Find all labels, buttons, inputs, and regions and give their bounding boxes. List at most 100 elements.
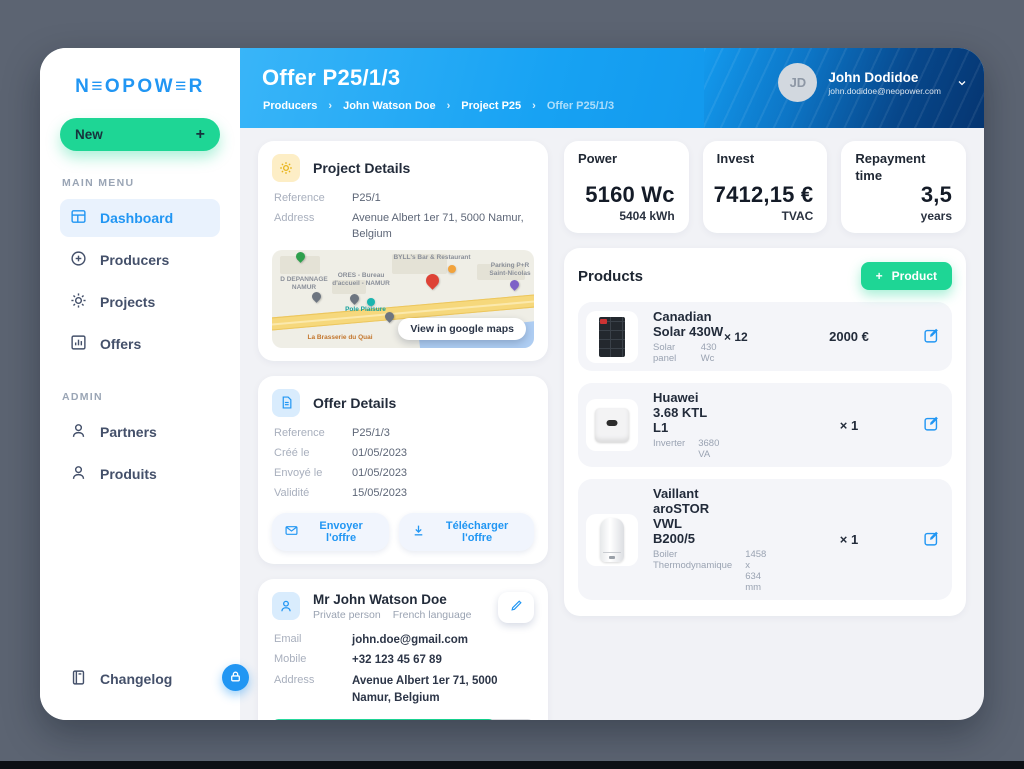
lock-button[interactable] xyxy=(222,664,249,691)
edit-product-button[interactable] xyxy=(904,327,940,347)
sidebar: N≡OPOW≡R New + MAIN MENU Dashboard Produ… xyxy=(40,48,240,720)
contact-card: Mr John Watson Doe Private person French… xyxy=(258,579,548,720)
stat-sub: 5404 kWh xyxy=(585,209,674,223)
contact-name: Mr John Watson Doe xyxy=(313,592,485,607)
view-in-google-maps-button[interactable]: View in google maps xyxy=(398,318,526,340)
person-icon xyxy=(272,592,300,620)
product-row-canadian-solar: Canadian Solar 430W Solar panel 430 Wc ×… xyxy=(578,302,952,371)
person-icon xyxy=(70,464,87,484)
boiler-image xyxy=(586,514,638,566)
map-pin-red xyxy=(423,271,441,289)
map-label-pole: Pole Plaisure xyxy=(338,306,393,314)
page-title: Offer P25/1/3 xyxy=(262,65,400,91)
stat-label: Repayment time xyxy=(855,151,945,185)
product-quantity: × 1 xyxy=(794,418,904,433)
stat-label: Power xyxy=(578,151,668,168)
sidebar-item-produits[interactable]: Produits xyxy=(60,455,220,493)
sidebar-item-label: Projects xyxy=(100,294,155,310)
products-card: Products + Product Canadian Solar 430W S… xyxy=(564,248,966,616)
address-value: Avenue Albert 1er 71, 5000 Namur, Belgiu… xyxy=(352,211,532,243)
breadcrumb-offer-current: Offer P25/1/3 xyxy=(547,100,614,112)
reference-value: P25/1/3 xyxy=(352,426,532,442)
stat-sub: TVAC xyxy=(714,209,814,223)
reference-label: Reference xyxy=(274,191,352,207)
download-icon xyxy=(412,524,425,540)
contact-language: French language xyxy=(393,609,472,621)
sidebar-item-partners[interactable]: Partners xyxy=(60,413,220,451)
user-menu[interactable]: JD John Dodidoe john.dodidoe@neopower.co… xyxy=(778,63,968,102)
mobile-value: +32 123 45 67 89 xyxy=(352,652,532,669)
created-label: Créé le xyxy=(274,446,352,462)
sidebar-item-changelog[interactable]: Changelog xyxy=(60,660,220,698)
user-name: John Dodidoe xyxy=(828,69,941,87)
sidebar-item-label: Produits xyxy=(100,466,157,482)
chevron-right-icon: › xyxy=(447,100,451,112)
product-spec: 1458 x 634 mm xyxy=(745,549,766,593)
avatar: JD xyxy=(778,63,817,102)
offer-details-card: Offer Details ReferenceP25/1/3 Créé le01… xyxy=(258,376,548,564)
add-product-label: Product xyxy=(892,269,937,283)
breadcrumb: Producers › John Watson Doe › Project P2… xyxy=(263,100,614,112)
sidebar-item-label: Offers xyxy=(100,336,141,352)
product-row-huawei-inverter: Huawei 3.68 KTL L1 Inverter 3680 VA × 1 xyxy=(578,383,952,467)
envelope-icon xyxy=(285,524,298,540)
product-name: Canadian Solar 430W xyxy=(653,309,724,339)
reference-value: P25/1 xyxy=(352,191,532,207)
user-info: John Dodidoe john.dodidoe@neopower.com xyxy=(828,69,941,97)
breadcrumb-john-watson-doe[interactable]: John Watson Doe xyxy=(343,100,435,112)
completion-progress-bar: 85% xyxy=(272,719,534,720)
stat-label: Invest xyxy=(717,151,807,168)
validity-label: Validité xyxy=(274,486,352,502)
chevron-right-icon: › xyxy=(328,100,332,112)
page-header: Offer P25/1/3 Producers › John Watson Do… xyxy=(240,48,984,128)
person-icon xyxy=(70,422,87,442)
product-type: Solar panel xyxy=(653,342,688,364)
left-column: Project Details Reference P25/1 Address … xyxy=(258,141,548,704)
sidebar-item-offers[interactable]: Offers xyxy=(60,325,220,363)
new-button[interactable]: New + xyxy=(60,118,220,151)
map-pin-teal xyxy=(367,298,375,306)
mobile-label: Mobile xyxy=(274,652,352,669)
address-label: Address xyxy=(274,211,352,243)
add-product-button[interactable]: + Product xyxy=(861,262,952,290)
map-pin-gray xyxy=(310,290,323,303)
breadcrumb-project-p25[interactable]: Project P25 xyxy=(461,100,521,112)
product-name: Huawei 3.68 KTL L1 xyxy=(653,390,724,435)
sidebar-item-producers[interactable]: Producers xyxy=(60,241,220,279)
plus-icon: + xyxy=(196,126,205,144)
send-offer-button[interactable]: Envoyer l'offre xyxy=(272,513,389,551)
map-label-depannage: D DEPANNAGE NAMUR xyxy=(274,276,334,292)
main-area: Offer P25/1/3 Producers › John Watson Do… xyxy=(240,48,984,720)
sidebar-item-projects[interactable]: Projects xyxy=(60,283,220,321)
project-details-card: Project Details Reference P25/1 Address … xyxy=(258,141,548,361)
map-label-ores: ORES - Bureau d'accueil - NAMUR xyxy=(330,272,392,288)
breadcrumb-producers[interactable]: Producers xyxy=(263,100,317,112)
edit-product-button[interactable] xyxy=(904,530,940,550)
document-icon xyxy=(272,389,300,417)
download-offer-label: Télécharger l'offre xyxy=(433,520,521,544)
validity-value: 15/05/2023 xyxy=(352,486,532,502)
download-offer-button[interactable]: Télécharger l'offre xyxy=(399,513,534,551)
address-value: Avenue Albert 1er 71, 5000 Namur, Belgiu… xyxy=(352,673,502,706)
project-details-title: Project Details xyxy=(313,160,410,176)
product-quantity: × 1 xyxy=(794,532,904,547)
map-label-parking: Parking P+R Saint-Nicolas xyxy=(480,262,534,278)
edit-contact-button[interactable] xyxy=(498,592,534,623)
circle-plus-icon xyxy=(70,250,87,270)
user-email: john.dodidoe@neopower.com xyxy=(828,86,941,96)
reference-label: Reference xyxy=(274,426,352,442)
sent-value: 01/05/2023 xyxy=(352,466,532,482)
bar-chart-icon xyxy=(70,334,87,354)
product-name: Vaillant aroSTOR VWL B200/5 xyxy=(653,486,724,546)
contact-type: Private person xyxy=(313,609,381,621)
stat-value: 7412,15 € xyxy=(714,182,814,208)
email-value: john.doe@gmail.com xyxy=(352,632,532,649)
right-column: Power 5160 Wc 5404 kWh Invest 7412,15 € … xyxy=(564,141,966,704)
sidebar-item-dashboard[interactable]: Dashboard xyxy=(60,199,220,237)
admin-menu-label: ADMIN xyxy=(62,391,218,403)
screen-bottom-edge xyxy=(0,761,1024,769)
edit-product-button[interactable] xyxy=(904,415,940,435)
offer-details-title: Offer Details xyxy=(313,395,396,411)
map-preview: D DEPANNAGE NAMUR ORES - Bureau d'accuei… xyxy=(272,250,534,348)
products-title: Products xyxy=(578,268,643,285)
